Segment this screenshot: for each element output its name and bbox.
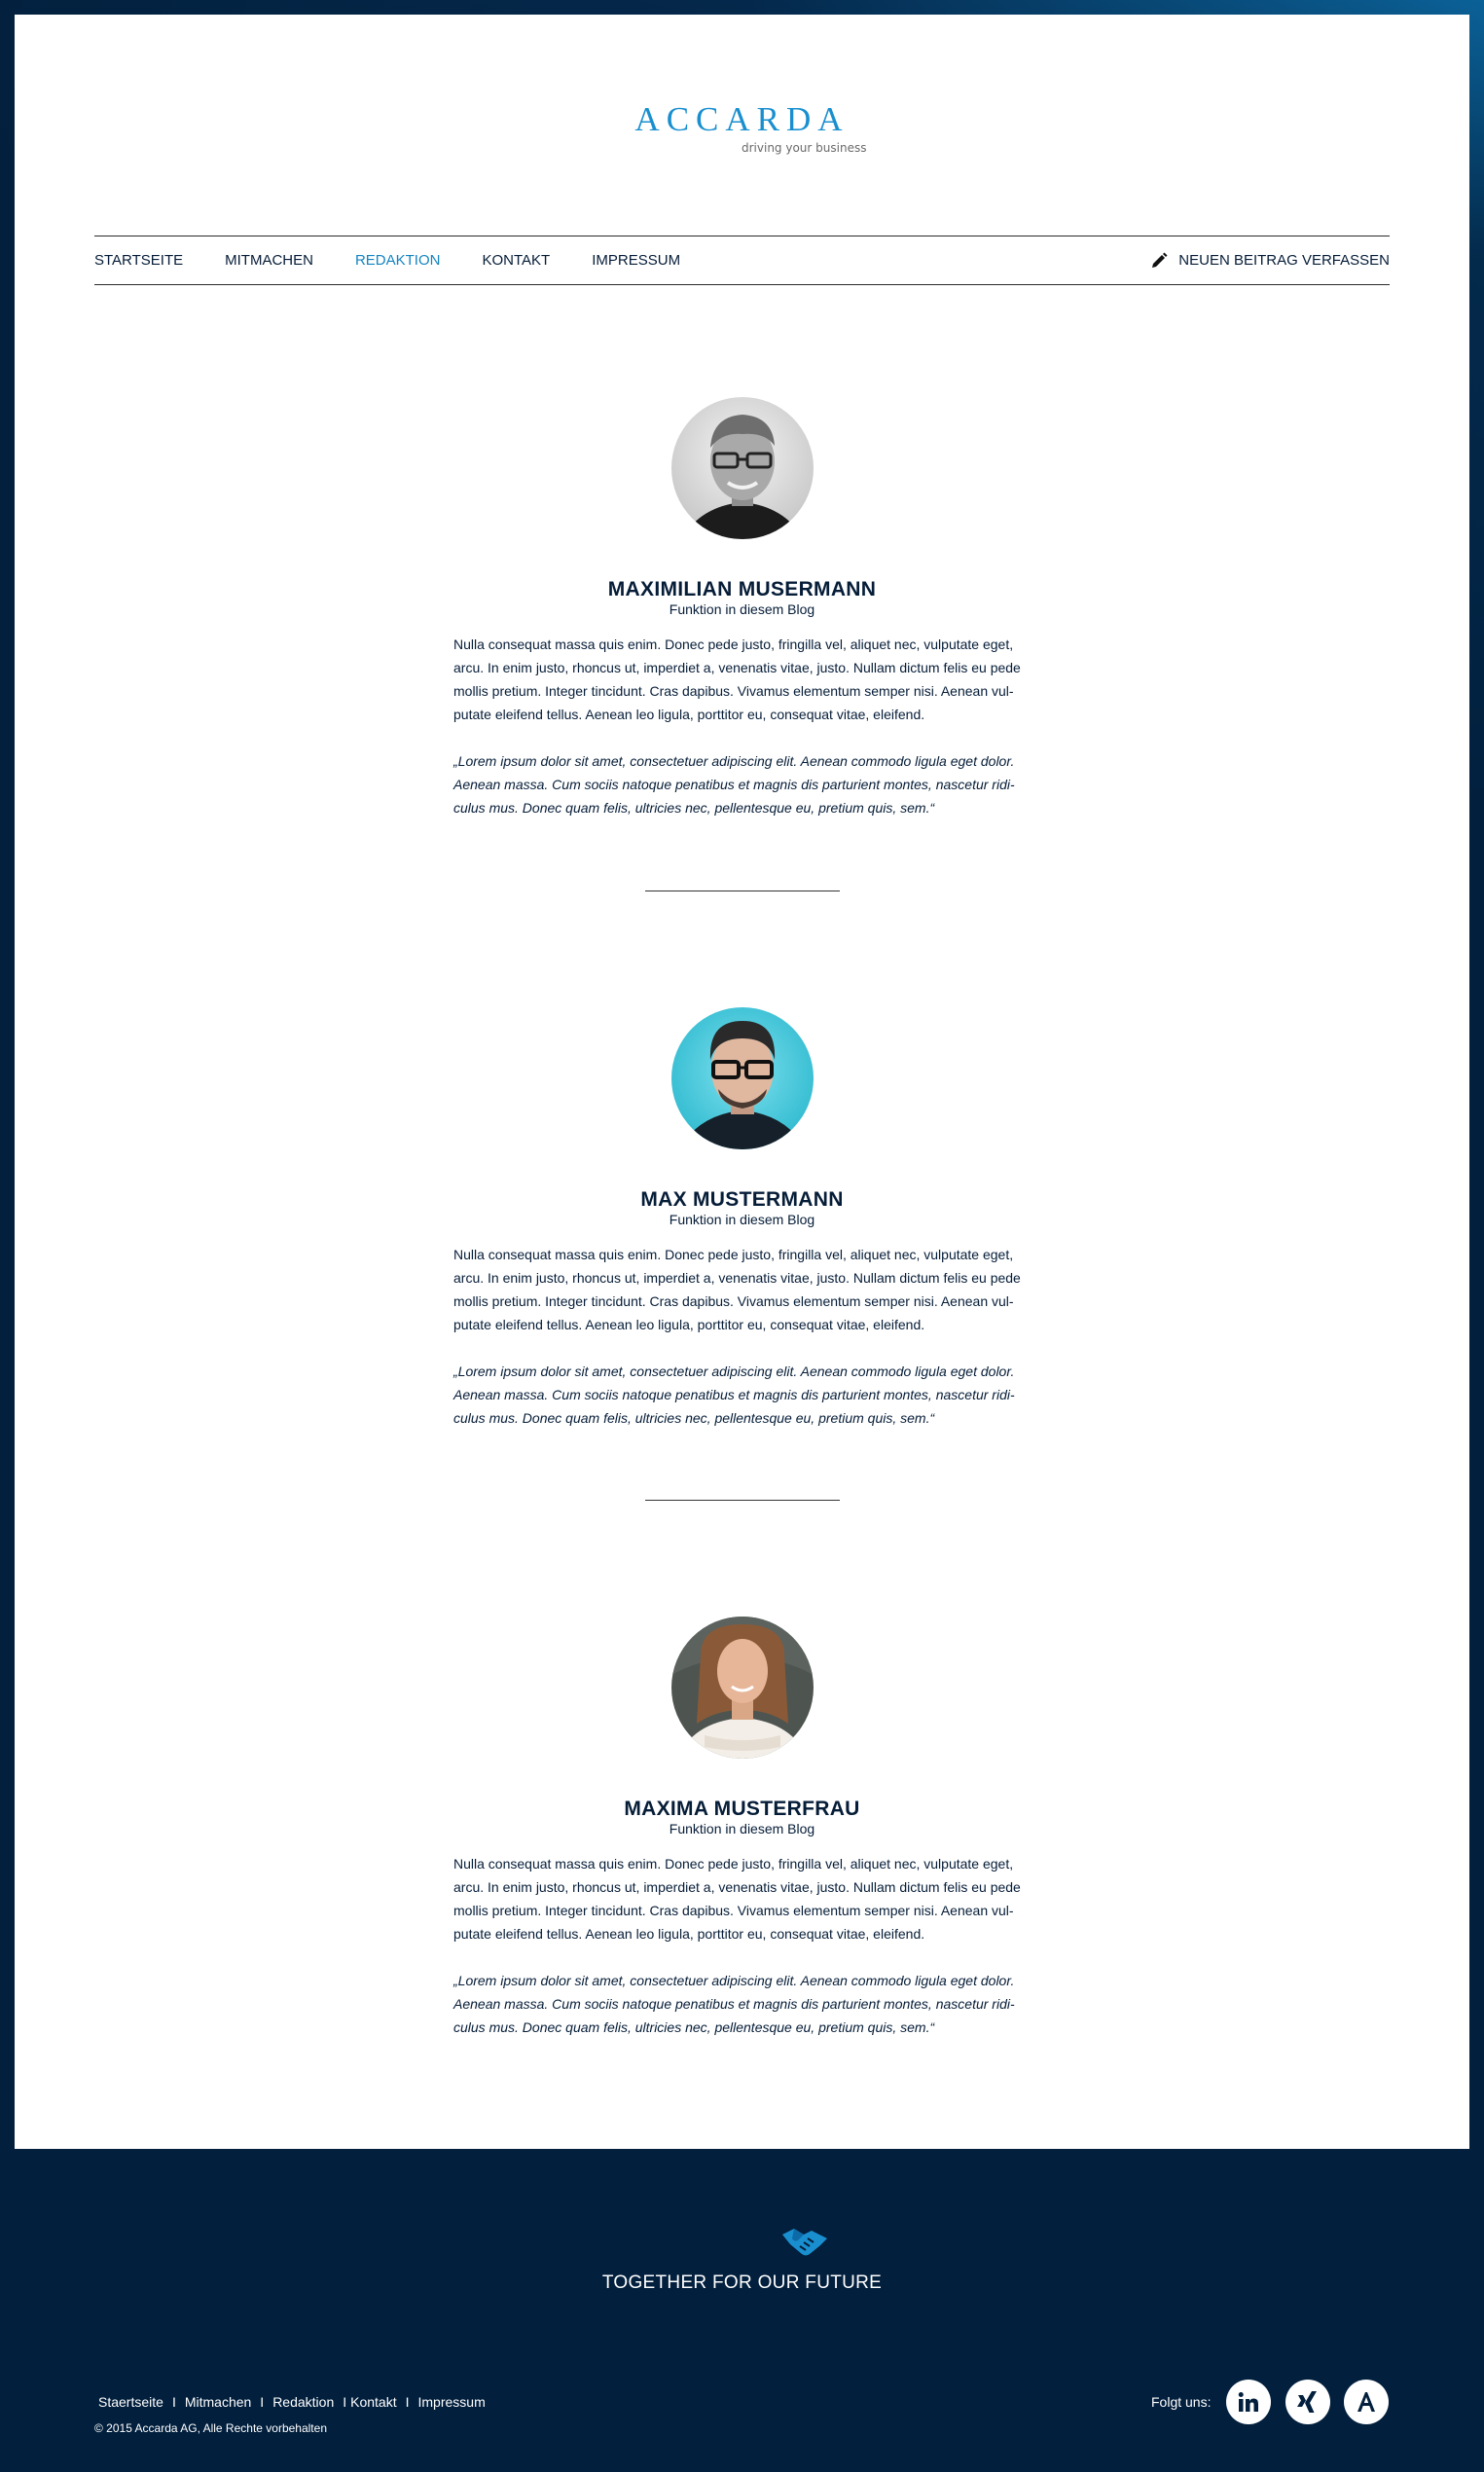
- pencil-icon: [1152, 252, 1168, 268]
- footer-link-kontakt[interactable]: Kontakt: [350, 2394, 396, 2410]
- nav-item-mitmachen[interactable]: MITMACHEN: [225, 252, 313, 269]
- main-nav: STARTSEITE MITMACHEN REDAKTION KONTAKT I…: [94, 236, 1390, 285]
- profile-name: MAXIMA MUSTERFRAU: [624, 1798, 860, 1820]
- avatar: [671, 397, 814, 539]
- section-divider: [645, 1500, 840, 1501]
- profile-quote: „Lorem ipsum dolor sit amet, consectetue…: [453, 1363, 1015, 1426]
- profile-name: MAX MUSTERMANN: [640, 1188, 844, 1211]
- logo-tagline: driving your business: [742, 141, 867, 155]
- profile-role: Funktion in diesem Blog: [669, 1212, 815, 1227]
- linkedin-button[interactable]: [1226, 2380, 1271, 2424]
- xing-icon: [1297, 2391, 1317, 2413]
- footer-link-impressum[interactable]: Impressum: [418, 2394, 486, 2410]
- linkedin-icon: [1238, 2392, 1258, 2412]
- profile-bio: Nulla consequat massa quis enim. Donec p…: [453, 636, 1021, 722]
- footer-link-redaktion[interactable]: Redaktion: [272, 2394, 334, 2410]
- profile-quote: „Lorem ipsum dolor sit amet, consectetue…: [453, 1973, 1015, 2035]
- footer-slogan: TOGETHER FOR OUR FUTURE: [601, 2272, 883, 2293]
- profile-role: Funktion in diesem Blog: [669, 601, 815, 617]
- copyright-text: © 2015 Accarda AG, Alle Rechte vorbehalt…: [94, 2421, 327, 2435]
- nav-item-impressum[interactable]: IMPRESSUM: [592, 252, 680, 269]
- profile-bio: Nulla consequat massa quis enim. Donec p…: [453, 1247, 1021, 1332]
- follow-label: Folgt uns:: [1151, 2394, 1212, 2410]
- footer-separator: I: [260, 2394, 265, 2410]
- footer-separator: I: [405, 2394, 410, 2410]
- profile-quote: „Lorem ipsum dolor sit amet, consectetue…: [453, 753, 1015, 816]
- logo-wordmark: ACCARDA: [634, 100, 850, 138]
- compose-post-link[interactable]: NEUEN BEITRAG VERFASSEN: [1150, 236, 1390, 284]
- logo[interactable]: ACCARDA driving your business: [15, 100, 1469, 155]
- avatar: [671, 1617, 814, 1759]
- profile-name: MAXIMILIAN MUSERMANN: [607, 578, 877, 600]
- nav-item-startseite[interactable]: STARTSEITE: [94, 252, 183, 269]
- compose-post-label: NEUEN BEITRAG VERFASSEN: [1178, 252, 1390, 269]
- a-icon: [1357, 2392, 1375, 2412]
- footer-nav: Staertseite I Mitmachen I Redaktion I Ko…: [98, 2394, 486, 2410]
- profile-bio: Nulla consequat massa quis enim. Donec p…: [453, 1856, 1021, 1942]
- footer-link-mitmachen[interactable]: Mitmachen: [185, 2394, 251, 2410]
- a-button[interactable]: [1344, 2380, 1389, 2424]
- handshake-icon: [780, 2225, 829, 2265]
- profile-role: Funktion in diesem Blog: [669, 1821, 815, 1836]
- nav-item-kontakt[interactable]: KONTAKT: [482, 252, 550, 269]
- footer-link-startseite[interactable]: Staertseite: [98, 2394, 163, 2410]
- footer-separator: I: [171, 2394, 176, 2410]
- nav-list: STARTSEITE MITMACHEN REDAKTION KONTAKT I…: [94, 236, 722, 284]
- footer-separator: I: [343, 2394, 347, 2410]
- avatar: [671, 1007, 814, 1149]
- xing-button[interactable]: [1285, 2380, 1330, 2424]
- nav-item-redaktion[interactable]: REDAKTION: [355, 252, 441, 269]
- content-card: ACCARDA driving your business STARTSEITE…: [15, 15, 1469, 2149]
